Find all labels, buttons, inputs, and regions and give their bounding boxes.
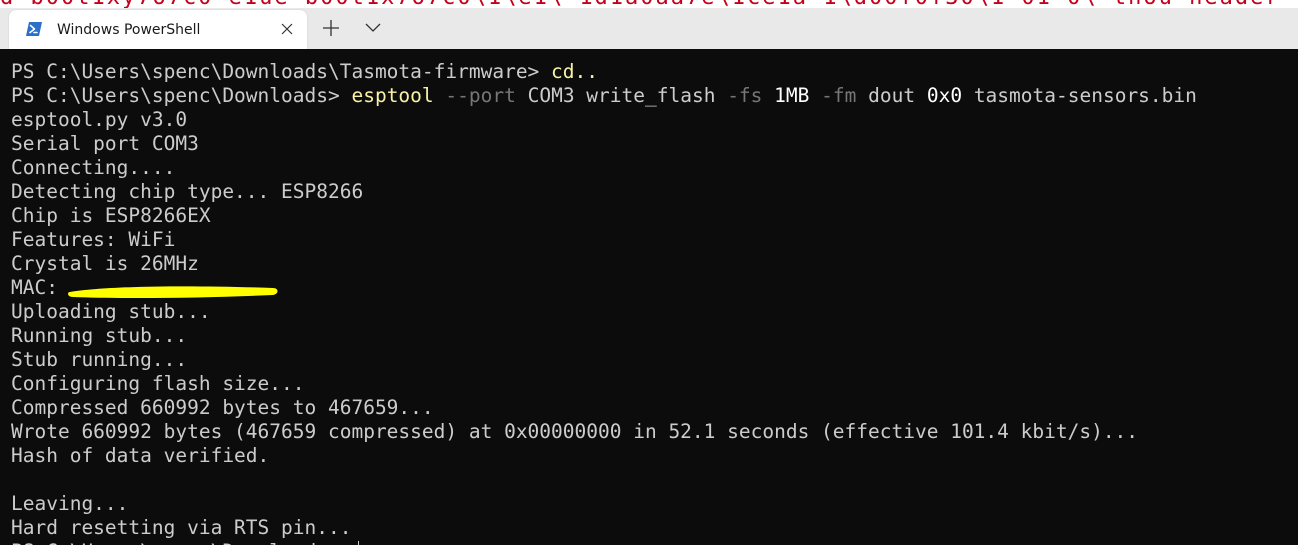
command-argument: -fs — [727, 84, 763, 107]
terminal-line: Configuring flash size... — [11, 372, 1197, 396]
terminal-line: Running stub... — [11, 324, 1197, 348]
output-text: Stub running... — [11, 348, 188, 371]
terminal-line: Stub running... — [11, 348, 1197, 372]
terminal-line: esptool.py v3.0 — [11, 108, 1197, 132]
command: cd.. — [551, 60, 599, 83]
text-cursor — [358, 541, 359, 545]
command-argument: 1MB — [774, 84, 810, 107]
prompt: PS C:\Users\spenc\Downloads> — [11, 84, 352, 107]
output-text: Detecting chip type... ESP8266 — [11, 180, 364, 203]
terminal-line: Connecting.... — [11, 156, 1197, 180]
output-text: Compressed 660992 bytes to 467659... — [11, 396, 434, 419]
terminal-line: Features: WiFi — [11, 228, 1197, 252]
terminal-line: PS C:\Users\spenc\Downloads> esptool --p… — [11, 84, 1197, 108]
chevron-down-icon[interactable] — [364, 20, 382, 36]
terminal-line: Hash of data verified. — [11, 444, 1197, 468]
output-text: Wrote 660992 bytes (467659 compressed) a… — [11, 420, 1139, 443]
tab-title: Windows PowerShell — [57, 22, 201, 38]
output-text: Connecting.... — [11, 156, 176, 179]
output-text: PS C:\Users\spenc\Downloads> — [11, 540, 351, 545]
command-argument — [809, 84, 821, 107]
terminal-line: Chip is ESP8266EX — [11, 204, 1197, 228]
background-window-text: d-b00t1xy7o7c0-e1ue-b00t1x7o7c0\1\e1\ 1d… — [0, 0, 1298, 8]
command-argument: --port — [445, 84, 516, 107]
output-text: Running stub... — [11, 324, 188, 347]
close-icon[interactable] — [279, 21, 295, 37]
terminal-line: Hard resetting via RTS pin... — [11, 516, 1197, 540]
command-argument: tasmota-sensors.bin — [962, 84, 1197, 107]
output-text: Configuring flash size... — [11, 372, 305, 395]
output-text: Features: WiFi — [11, 228, 176, 251]
tab-windows-powershell[interactable]: Windows PowerShell — [9, 10, 307, 49]
output-text: MAC: — [11, 276, 70, 299]
terminal-line: Leaving... — [11, 492, 1197, 516]
output-text: Hard resetting via RTS pin... — [11, 516, 352, 539]
output-text: Chip is ESP8266EX — [11, 204, 211, 227]
terminal-lines: PS C:\Users\spenc\Downloads\Tasmota-firm… — [11, 60, 1197, 545]
terminal-output[interactable]: PS C:\Users\spenc\Downloads\Tasmota-firm… — [0, 49, 1298, 545]
terminal-line: Compressed 660992 bytes to 467659... — [11, 396, 1197, 420]
mac-redaction-highlight — [68, 286, 278, 299]
terminal-line: PS C:\Users\spenc\Downloads> — [11, 540, 1197, 545]
command: esptool — [351, 84, 434, 107]
output-text: Leaving... — [11, 492, 129, 515]
terminal-line: Serial port COM3 — [11, 132, 1197, 156]
terminal-line: Detecting chip type... ESP8266 — [11, 180, 1197, 204]
output-text: esptool.py v3.0 — [11, 108, 188, 131]
plus-icon[interactable] — [321, 18, 341, 38]
command-argument: dout — [856, 84, 927, 107]
output-text: Crystal is 26MHz — [11, 252, 199, 275]
command-argument — [762, 84, 774, 107]
terminal-line: PS C:\Users\spenc\Downloads\Tasmota-firm… — [11, 60, 1197, 84]
terminal-line: Uploading stub... — [11, 300, 1197, 324]
terminal-line: Wrote 660992 bytes (467659 compressed) a… — [11, 420, 1197, 444]
command-argument: COM3 write_flash — [515, 84, 728, 107]
output-text: Serial port COM3 — [11, 132, 199, 155]
command-argument: -fm — [821, 84, 857, 107]
command-argument: 0x0 — [926, 84, 963, 107]
prompt: PS C:\Users\spenc\Downloads\Tasmota-firm… — [11, 60, 552, 83]
background-window-strip: d-b00t1xy7o7c0-e1ue-b00t1x7o7c0\1\e1\ 1d… — [0, 0, 1298, 8]
title-bar: d-b00t1xy7o7c0-e1ue-b00t1x7o7c0\1\e1\ 1d… — [0, 0, 1298, 49]
powershell-icon — [26, 22, 42, 36]
output-text: Uploading stub... — [11, 300, 211, 323]
command-argument — [434, 84, 446, 107]
output-text: Hash of data verified. — [11, 444, 270, 467]
terminal-line: Crystal is 26MHz — [11, 252, 1197, 276]
